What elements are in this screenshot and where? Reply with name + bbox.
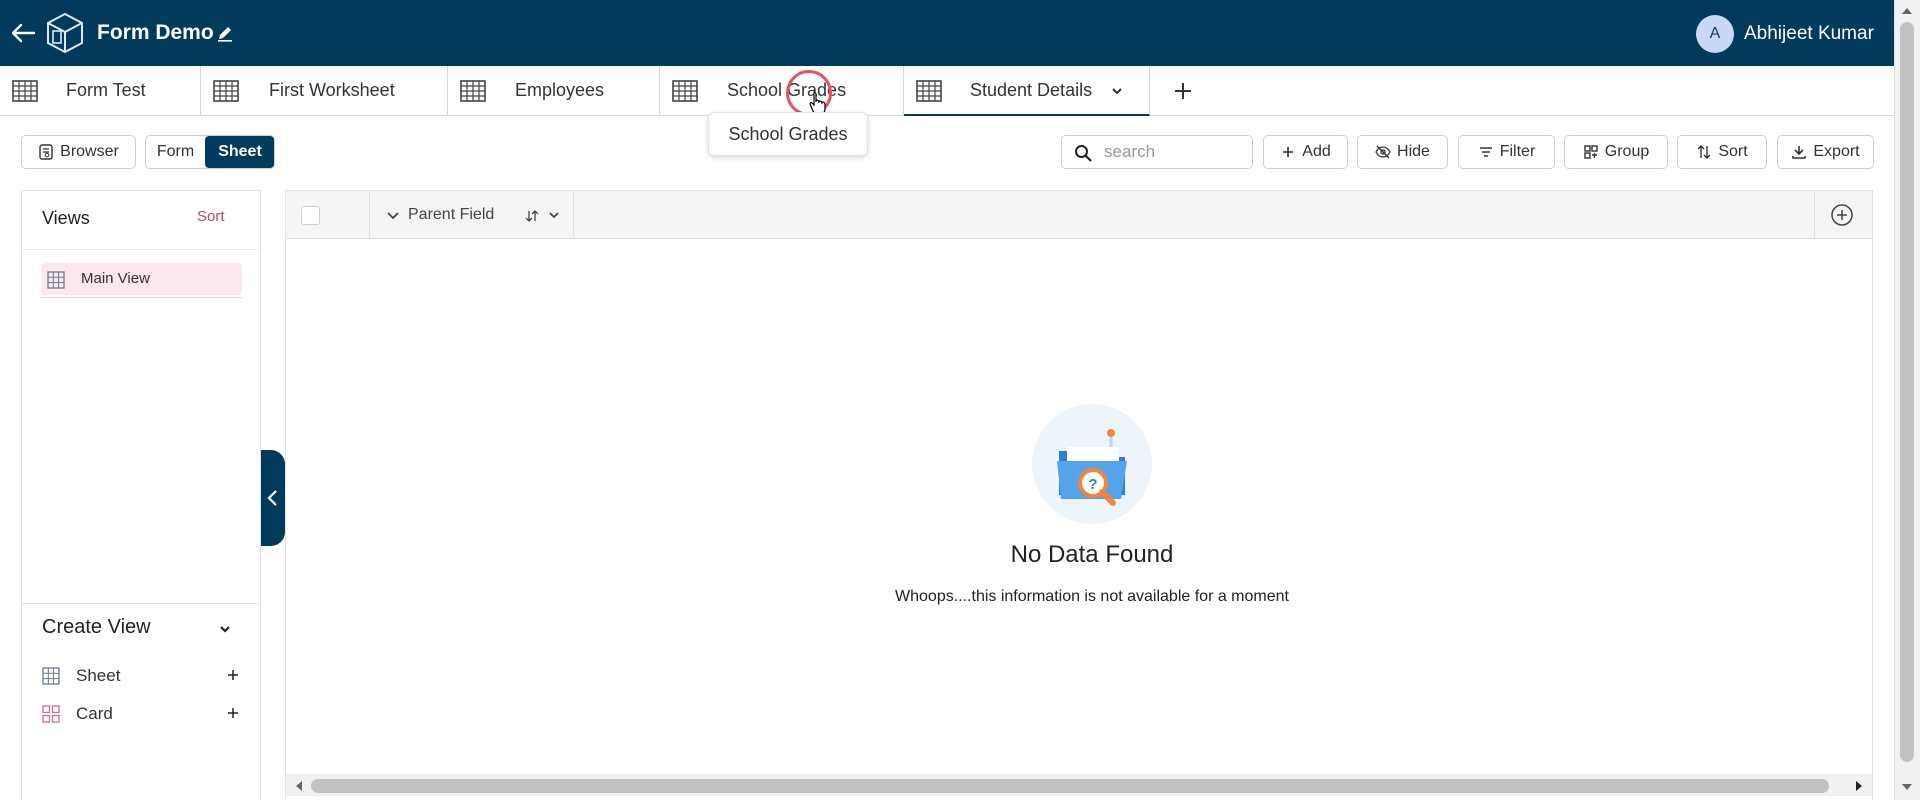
user-avatar[interactable]: A	[1696, 15, 1734, 53]
scroll-down-icon[interactable]	[1901, 782, 1913, 792]
tab-label: School Grades	[727, 80, 847, 100]
table-icon	[672, 80, 698, 102]
group-icon	[1584, 145, 1598, 159]
table-icon	[12, 80, 38, 102]
horizontal-scrollbar[interactable]	[286, 774, 1872, 796]
sheet-toggle-option[interactable]: Sheet	[205, 136, 274, 168]
add-label: Add	[1302, 143, 1331, 160]
edit-pencil-icon[interactable]	[216, 24, 234, 42]
views-title: Views	[42, 208, 90, 228]
scroll-right-icon[interactable]	[1854, 780, 1864, 792]
sort-icon[interactable]	[524, 208, 540, 224]
sort-label: Sort	[1718, 143, 1748, 160]
search-icon	[1075, 145, 1092, 162]
app-title: Form Demo	[97, 21, 214, 44]
add-tab-icon[interactable]	[1170, 78, 1196, 104]
export-button[interactable]: Export	[1777, 135, 1874, 169]
browser-button[interactable]: Browser	[21, 135, 136, 169]
table-icon	[916, 80, 942, 102]
browser-icon	[39, 144, 53, 160]
table-icon	[213, 80, 239, 102]
tab-student-details[interactable]: Student Details	[904, 66, 1150, 116]
create-sheet-view[interactable]: Sheet	[42, 663, 242, 689]
group-button[interactable]: Group	[1564, 135, 1668, 169]
empty-folder-search-icon: ?	[1032, 404, 1152, 524]
column-separator	[369, 191, 370, 239]
sort-button[interactable]: Sort	[1677, 135, 1767, 169]
worksheet-tab-bar: Form Test First Worksheet Employees Scho…	[0, 66, 1894, 116]
divider	[22, 603, 260, 604]
view-item-label: Main View	[81, 270, 150, 287]
divider	[22, 249, 260, 250]
empty-state-title: No Data Found	[1010, 541, 1174, 568]
chevron-left-icon	[267, 490, 277, 506]
data-grid: Parent Field ? No Data Found Whoops....t…	[285, 190, 1873, 800]
views-panel: Views Sort Main View Create View Sheet C…	[21, 190, 261, 800]
scroll-left-icon[interactable]	[294, 780, 304, 792]
sort-icon	[1697, 145, 1711, 159]
user-name[interactable]: Abhijeet Kumar	[1744, 22, 1874, 46]
chevron-down-icon[interactable]	[217, 621, 233, 637]
grid-header: Parent Field	[286, 191, 1872, 239]
scroll-thumb[interactable]	[311, 779, 1829, 793]
tab-label: Student Details	[970, 80, 1093, 100]
divider	[41, 297, 242, 298]
hide-label: Hide	[1397, 143, 1430, 160]
column-separator	[1814, 191, 1815, 239]
grid-icon	[47, 271, 65, 289]
search-box	[1061, 135, 1253, 169]
column-separator	[573, 191, 574, 239]
vertical-scrollbar[interactable]	[1894, 0, 1920, 800]
back-arrow-icon[interactable]	[8, 18, 38, 48]
tab-tooltip: School Grades	[708, 112, 868, 156]
tab-form-test[interactable]: Form Test	[0, 66, 201, 116]
create-card-view[interactable]: Card	[42, 701, 242, 727]
scroll-thumb[interactable]	[1900, 22, 1914, 762]
tab-school-grades[interactable]: School Grades	[660, 66, 904, 116]
group-label: Group	[1604, 143, 1650, 160]
create-sheet-label: Sheet	[76, 666, 121, 685]
tab-first-worksheet[interactable]: First Worksheet	[201, 66, 448, 116]
tab-label: First Worksheet	[269, 80, 395, 100]
plus-icon[interactable]	[226, 668, 240, 682]
form-sheet-toggle: Form Sheet	[145, 135, 275, 169]
plus-icon[interactable]	[226, 706, 240, 720]
views-sort-link[interactable]: Sort	[197, 208, 225, 225]
app-logo-icon	[47, 12, 83, 54]
filter-label: Filter	[1499, 143, 1536, 160]
create-card-label: Card	[76, 704, 113, 723]
svg-text:?: ?	[1088, 476, 1097, 493]
card-icon	[42, 705, 60, 723]
app-header: Form Demo A Abhijeet Kumar	[0, 0, 1920, 66]
tab-label: Form Test	[66, 80, 146, 100]
add-column-icon[interactable]	[1830, 203, 1854, 227]
chevron-down-icon[interactable]	[548, 209, 560, 221]
column-header-parent-field[interactable]: Parent Field	[386, 205, 566, 227]
download-icon	[1792, 146, 1807, 159]
grid-icon	[42, 667, 60, 685]
eye-off-icon	[1375, 145, 1391, 159]
search-input[interactable]	[1104, 140, 1244, 164]
browser-label: Browser	[60, 143, 119, 160]
view-item-main[interactable]: Main View	[41, 263, 242, 295]
create-view-title: Create View	[42, 616, 151, 638]
scroll-up-icon[interactable]	[1901, 6, 1913, 16]
plus-icon	[1283, 147, 1294, 157]
export-label: Export	[1813, 143, 1860, 160]
tab-label: Employees	[515, 80, 605, 100]
filter-button[interactable]: Filter	[1458, 135, 1555, 169]
empty-state-message: Whoops....this information is not availa…	[895, 588, 1289, 605]
select-all-checkbox[interactable]	[301, 206, 320, 225]
chevron-down-icon[interactable]	[386, 209, 400, 223]
hide-button[interactable]: Hide	[1357, 135, 1448, 169]
form-toggle-option[interactable]: Form	[146, 136, 205, 168]
filter-icon	[1479, 147, 1492, 157]
tab-employees[interactable]: Employees	[448, 66, 660, 116]
table-icon	[460, 80, 486, 102]
column-header-label: Parent Field	[408, 206, 495, 223]
chevron-down-icon[interactable]	[1110, 84, 1124, 98]
panel-collapse-handle[interactable]	[261, 450, 285, 546]
add-button[interactable]: Add	[1263, 135, 1348, 169]
